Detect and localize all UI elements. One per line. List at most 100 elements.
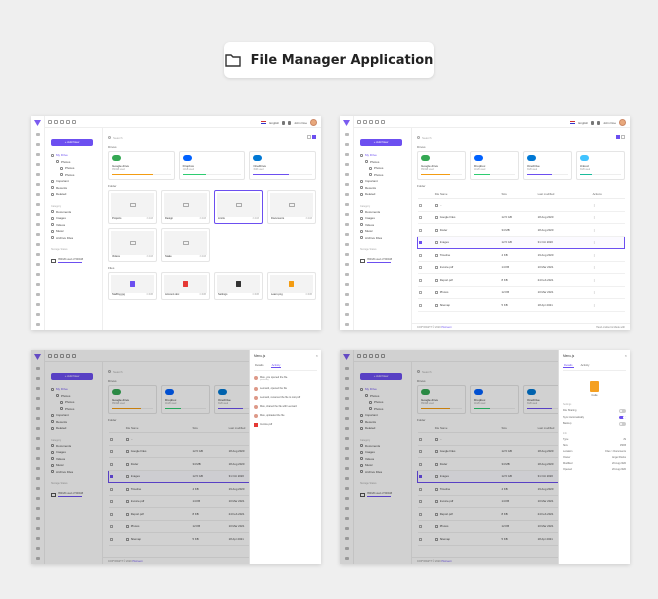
more-actions-icon[interactable]: ⋮ (591, 198, 625, 212)
rail-app-icon[interactable] (35, 153, 40, 156)
rail-app-icon[interactable] (344, 173, 349, 176)
file-card[interactable]: Learn.png 3.4MB (267, 272, 316, 300)
toggle-switch[interactable] (619, 409, 626, 413)
rail-app-icon[interactable] (35, 213, 40, 216)
more-actions-icon[interactable]: ⋮ (591, 261, 625, 274)
table-row[interactable]: Photos 12 KB10 Mar 2021⋮ (417, 286, 625, 299)
rail-app-icon[interactable] (344, 273, 349, 276)
rail-app-icon[interactable] (344, 163, 349, 166)
rail-app-icon[interactable] (344, 253, 349, 256)
close-icon[interactable]: × (316, 353, 318, 358)
drive-card[interactable]: Google drive 350GB used (108, 151, 175, 180)
drive-card[interactable]: iCloud3GB used (576, 151, 625, 180)
sidebar-item-archive_files[interactable]: Archive Files (51, 235, 96, 242)
toggle-switch[interactable] (619, 415, 626, 419)
rail-app-icon[interactable] (344, 153, 349, 156)
rail-app-icon[interactable] (344, 313, 349, 316)
folder-card[interactable]: Stake 3.4GB (161, 228, 210, 262)
rail-app-icon[interactable] (35, 203, 40, 206)
language-select[interactable]: English (269, 121, 279, 125)
table-row[interactable]: Sitemap 5 KB18 Apr 2021⋮ (417, 298, 625, 312)
more-actions-icon[interactable]: ⋮ (591, 298, 625, 312)
overlay[interactable] (31, 350, 249, 564)
checkbox[interactable] (419, 241, 422, 245)
rail-app-icon[interactable] (344, 193, 349, 196)
checkbox[interactable] (418, 266, 422, 270)
rail-app-icon[interactable] (35, 283, 40, 286)
rail-app-icon[interactable] (35, 273, 40, 276)
toolbar-shortcut-icon[interactable] (72, 120, 76, 124)
search-bar[interactable]: Search (108, 134, 316, 141)
tab-activity[interactable]: Activity (580, 363, 591, 368)
rail-app-icon[interactable] (35, 173, 40, 176)
rail-app-icon[interactable] (344, 263, 349, 266)
search-input[interactable]: Search (113, 136, 123, 140)
table-row[interactable]: Google Files 12.5 GB18 Aug 2020⋮ (417, 211, 625, 224)
toolbar-shortcut-icon[interactable] (375, 120, 379, 124)
grid-view-icon[interactable] (312, 135, 316, 139)
flag-icon[interactable] (261, 121, 267, 124)
list-view-icon[interactable] (616, 135, 620, 139)
folder-card[interactable]: Limits 3.4GB (214, 190, 263, 224)
tab-activity[interactable]: Activity (270, 363, 282, 368)
more-actions-icon[interactable]: ⋮ (591, 211, 625, 224)
rail-app-icon[interactable] (344, 133, 349, 136)
rail-app-icon[interactable] (35, 143, 40, 146)
checkbox[interactable] (418, 303, 422, 307)
drive-card[interactable]: OneDrive 3GB used (249, 151, 317, 180)
more-actions-icon[interactable]: ⋮ (591, 235, 625, 249)
toolbar-shortcut-icon[interactable] (357, 120, 361, 124)
table-row[interactable]: ... ⋮ (417, 198, 625, 212)
folder-card[interactable]: Videos 3.4GB (108, 228, 157, 262)
grid-view-icon[interactable] (621, 135, 625, 139)
checkbox[interactable] (418, 228, 422, 232)
notification-icon[interactable] (282, 120, 286, 125)
rail-app-icon[interactable] (35, 323, 40, 326)
sidebar-item-archive_files[interactable]: Archive Files (360, 235, 405, 242)
rail-app-icon[interactable] (35, 163, 40, 166)
footer-brand-link[interactable]: Pixinvent (441, 326, 451, 329)
bell-icon[interactable] (288, 120, 292, 125)
drive-card[interactable]: OneDrive 3GB used (523, 151, 572, 180)
sidebar-item-deleted[interactable]: Deleted (360, 191, 405, 198)
rail-app-icon[interactable] (35, 253, 40, 256)
rail-app-icon[interactable] (344, 223, 349, 226)
toolbar-shortcut-icon[interactable] (54, 120, 58, 124)
rail-app-icon[interactable] (35, 193, 40, 196)
checkbox[interactable] (418, 278, 422, 282)
table-row[interactable]: Invoice.pdf 14 KB10 Mar 2021⋮ (417, 261, 625, 274)
checkbox[interactable] (418, 253, 422, 257)
rail-app-icon[interactable] (35, 263, 40, 266)
rail-app-icon[interactable] (35, 133, 40, 136)
tab-details[interactable]: Details (254, 363, 265, 368)
rail-app-icon[interactable] (35, 223, 40, 226)
folder-card[interactable]: Design 3.4GB (161, 190, 210, 224)
checkbox[interactable] (418, 291, 422, 295)
rail-app-icon[interactable] (344, 283, 349, 286)
rail-app-icon[interactable] (344, 303, 349, 306)
notification-icon[interactable] (591, 120, 595, 125)
drive-card[interactable]: Google drive 350GB used (417, 151, 466, 180)
toggle-switch[interactable] (619, 422, 626, 426)
add-new-button[interactable]: + Add New (51, 139, 93, 146)
more-actions-icon[interactable]: ⋮ (591, 286, 625, 299)
search-input[interactable]: Search (422, 136, 432, 140)
sidebar-item-deleted[interactable]: Deleted (51, 191, 96, 198)
file-card[interactable]: Settings 3.4MB (214, 272, 263, 300)
drive-card[interactable]: Dropbox 11GB used (178, 151, 246, 180)
more-actions-icon[interactable]: ⋮ (591, 223, 625, 237)
rail-app-icon[interactable] (344, 203, 349, 206)
toolbar-shortcut-icon[interactable] (60, 120, 64, 124)
avatar[interactable] (619, 119, 626, 126)
toolbar-shortcut-icon[interactable] (48, 120, 52, 124)
file-card[interactable]: Account.doc 3.4MB (161, 272, 210, 300)
rail-app-icon[interactable] (344, 183, 349, 186)
table-row[interactable]: Timeline 4 KB19 Aug 2020⋮ (417, 248, 625, 262)
table-row[interactable]: Report.pdf 8 KB24 Feb 2021⋮ (417, 273, 625, 287)
toolbar-shortcut-icon[interactable] (363, 120, 367, 124)
rail-app-icon[interactable] (35, 313, 40, 316)
file-card[interactable]: Staffing.jpg 3.4MB (108, 272, 157, 300)
flag-icon[interactable] (570, 121, 576, 124)
rail-app-icon[interactable] (344, 243, 349, 246)
overlay[interactable] (340, 350, 558, 564)
